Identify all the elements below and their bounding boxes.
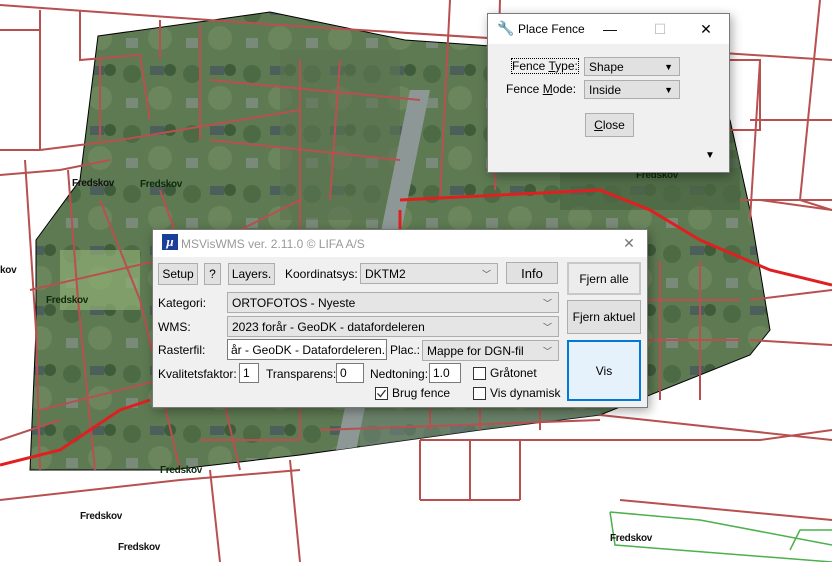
dropdown-arrow-icon: ▼ — [664, 61, 673, 72]
gratonet-label: Gråtonet — [490, 366, 537, 380]
kategori-select[interactable]: ORTOFOTOS - Nyeste ﹀ — [227, 292, 559, 313]
fence-mode-value: Inside — [589, 82, 622, 97]
fjern-alle-button[interactable]: Fjern alle — [567, 262, 641, 295]
plac-select[interactable]: Mappe for DGN-fil ﹀ — [422, 340, 559, 361]
map-label: Fredskov — [610, 533, 653, 544]
fence-mode-label: Fence Mode: — [506, 82, 577, 96]
map-label: Fredskov — [46, 295, 89, 306]
close-window-button[interactable]: ✕ — [684, 14, 728, 44]
rasterfil-input[interactable]: år - GeoDK - Datafordeleren.png — [227, 339, 387, 360]
dialog-title: Place Fence — [518, 22, 585, 36]
checkmark-icon — [377, 389, 387, 398]
fjern-aktuel-button[interactable]: Fjern aktuel — [567, 300, 641, 334]
map-label: Fredskov — [72, 178, 115, 189]
maximize-button[interactable]: ☐ — [638, 14, 682, 44]
chevron-down-icon: ﹀ — [542, 346, 552, 356]
dropdown-arrow-icon: ▼ — [664, 84, 673, 95]
plac-value: Mappe for DGN-fil — [427, 343, 524, 358]
info-button[interactable]: Info — [506, 262, 558, 284]
kvalitetsfaktor-input[interactable]: 1 — [239, 363, 259, 383]
wms-label: WMS: — [158, 320, 191, 334]
koordinatsys-value: DKTM2 — [365, 266, 406, 281]
map-label: kov — [0, 265, 17, 276]
wms-value: 2023 forår - GeoDK - datafordeleren — [232, 319, 425, 334]
dialog-title: MSVisWMS ver. 2.11.0 © LIFA A/S — [181, 237, 365, 251]
title-bar[interactable]: μ MSVisWMS ver. 2.11.0 © LIFA A/S ✕ — [153, 230, 647, 257]
koordinatsys-label: Koordinatsys: — [285, 267, 358, 281]
wms-select[interactable]: 2023 forår - GeoDK - datafordeleren ﹀ — [227, 316, 559, 337]
close-window-button[interactable]: ✕ — [611, 228, 647, 258]
koordinatsys-select[interactable]: DKTM2 ﹀ — [360, 263, 498, 284]
transparens-input[interactable]: 0 — [336, 363, 364, 383]
plac-label: Plac.: — [390, 343, 421, 357]
kategori-value: ORTOFOTOS - Nyeste — [232, 295, 356, 310]
title-bar[interactable]: 🔧 Place Fence — ☐ ✕ — [488, 14, 729, 44]
map-label: Fredskov — [118, 542, 161, 553]
fence-type-select[interactable]: Shape ▼ — [584, 57, 680, 76]
mswms-dialog: μ MSVisWMS ver. 2.11.0 © LIFA A/S ✕ Setu… — [152, 229, 648, 408]
expand-arrow-icon[interactable]: ▼ — [705, 150, 715, 161]
brug-fence-label: Brug fence — [392, 386, 451, 400]
kvalitetsfaktor-label: Kvalitetsfaktor: — [158, 367, 237, 381]
transparens-label: Transparens: — [266, 367, 337, 381]
place-fence-dialog: 🔧 Place Fence — ☐ ✕ Fence Type: Shape ▼ … — [487, 13, 730, 173]
chevron-down-icon: ﹀ — [542, 322, 552, 332]
close-button[interactable]: Close — [585, 113, 634, 137]
map-label: Fredskov — [80, 511, 123, 522]
map-label: Fredskov — [160, 465, 203, 476]
nedtoning-input[interactable]: 1.0 — [429, 363, 461, 383]
vis-dynamisk-label: Vis dynamisk — [490, 386, 561, 400]
fence-mode-select[interactable]: Inside ▼ — [584, 80, 680, 99]
rasterfil-value: år - GeoDK - Datafordeleren.png — [231, 342, 386, 357]
fence-type-value: Shape — [589, 59, 624, 74]
nedtoning-value: 1.0 — [433, 366, 450, 380]
vis-button[interactable]: Vis — [567, 340, 641, 401]
setup-button[interactable]: Setup — [158, 263, 198, 285]
fence-type-label: Fence Type: — [511, 58, 579, 74]
kvalitetsfaktor-value: 1 — [243, 366, 250, 380]
vis-dynamisk-checkbox[interactable] — [473, 387, 486, 400]
minimize-button[interactable]: — — [588, 14, 632, 44]
kategori-label: Kategori: — [158, 296, 207, 310]
gratonet-checkbox[interactable] — [473, 367, 486, 380]
rasterfil-label: Rasterfil: — [158, 343, 206, 357]
layers-button[interactable]: Layers. — [228, 263, 275, 285]
map-label: Fredskov — [140, 179, 183, 190]
brug-fence-checkbox[interactable] — [375, 387, 388, 400]
transparens-value: 0 — [340, 366, 347, 380]
wrench-icon: 🔧 — [497, 20, 515, 36]
chevron-down-icon: ﹀ — [481, 269, 491, 279]
app-logo-icon: μ — [162, 234, 178, 250]
nedtoning-label: Nedtoning: — [370, 367, 429, 381]
chevron-down-icon: ﹀ — [542, 298, 552, 308]
help-button[interactable]: ? — [204, 263, 221, 285]
